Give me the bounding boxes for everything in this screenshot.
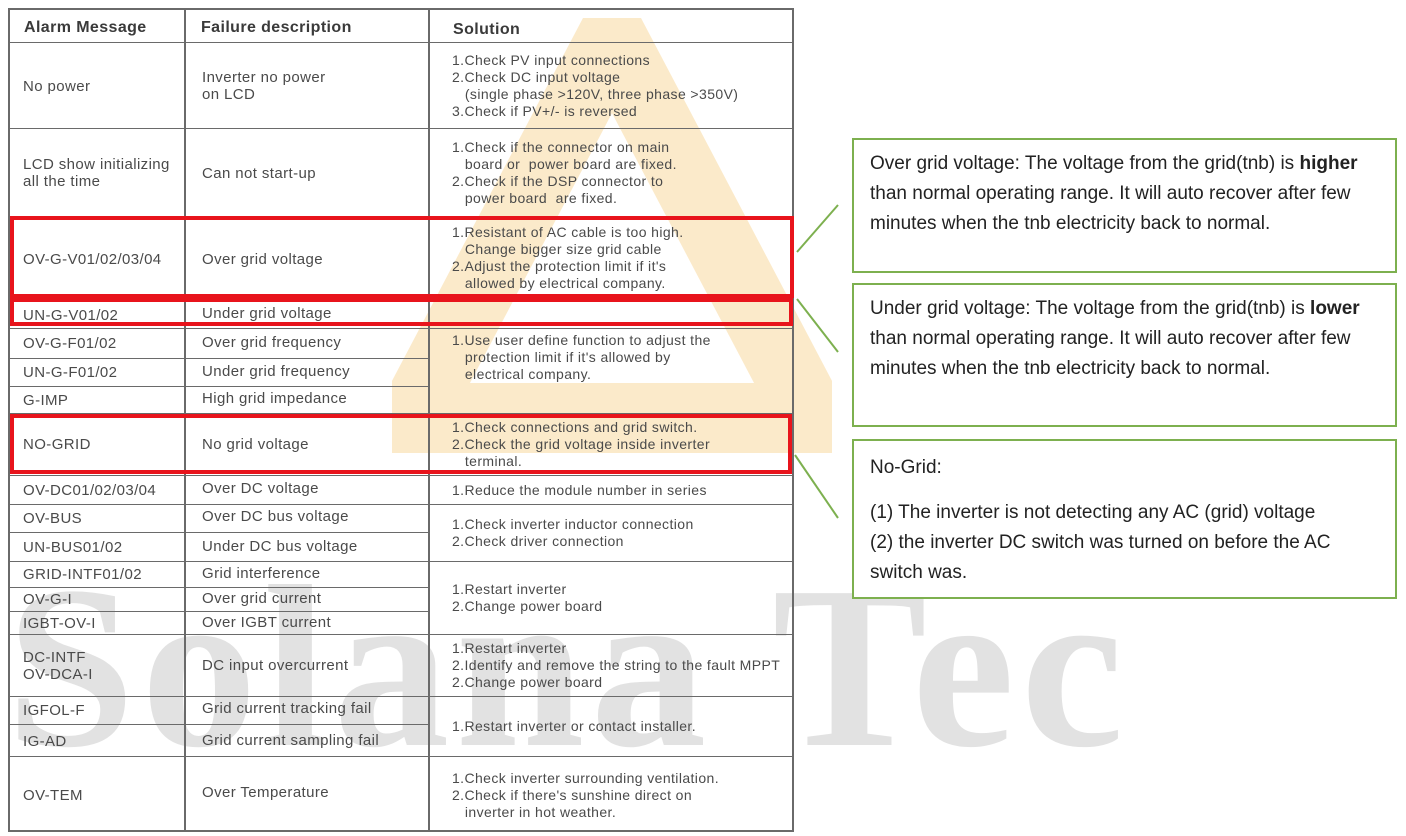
solution-cell: 1.Check PV input connections 2.Check DC … [452,52,739,119]
description-cell: High grid impedance [202,390,348,407]
solution-cell: 1.Restart inverter 2.Identify and remove… [452,640,781,690]
note-line: (1) The inverter is not detecting any AC… [870,502,1316,523]
description-cell: Under DC bus voltage [202,537,358,555]
solution-cell: 1.Check inverter surrounding ventilation… [452,769,719,820]
alarm-cell: IG-AD [23,732,67,750]
description-cell: Over DC voltage [202,479,319,497]
description-cell: Grid current sampling fail [202,731,380,749]
alarm-cell: IGFOL-F [23,702,85,719]
highlight-under-grid-voltage [10,298,793,326]
solution-cell: 1.Check if the connector on main board o… [452,139,677,206]
highlight-over-grid-voltage [10,216,794,298]
highlight-no-grid [10,414,792,474]
alarm-cell: OV-BUS [23,510,83,527]
alarm-cell: LCD show initializing all the time [23,156,170,190]
note-text: Over grid voltage: The voltage from the … [870,153,1300,174]
header-failure-description: Failure description [201,18,352,36]
note-text: than normal operating range. It will aut… [870,183,1351,234]
note-title: No-Grid: [870,457,942,478]
note-no-grid: No-Grid: (1) The inverter is not detecti… [852,439,1397,599]
alarm-cell: OV-TEM [23,786,83,804]
description-cell: Inverter no power on LCD [202,69,326,103]
alarm-cell: G-IMP [23,392,69,409]
alarm-cell: GRID-INTF01/02 [23,566,142,583]
description-cell: Can not start-up [202,164,316,182]
alarm-cell: DC-INTF OV-DCA-I [23,648,93,683]
note-line: (2) the inverter DC switch was turned on… [870,532,1331,583]
note-over-grid-voltage: Over grid voltage: The voltage from the … [852,138,1397,273]
header-alarm-message: Alarm Message [24,18,147,36]
alarm-cell: UN-BUS01/02 [23,538,123,556]
solution-cell: 1.Use user define function to adjust the… [452,331,711,382]
note-text: than normal operating range. It will aut… [870,328,1351,379]
solution-cell: 1.Restart inverter 2.Change power board [452,581,603,614]
description-cell: DC input overcurrent [202,657,349,674]
description-cell: Over IGBT current [202,613,332,631]
solution-cell: 1.Reduce the module number in series [452,481,707,498]
solution-cell: 1.Check inverter inductor connection 2.C… [452,516,694,549]
alarm-cell: UN-G-F01/02 [23,364,118,381]
alarm-cell: IGBT-OV-I [23,614,96,632]
alarm-cell: OV-DC01/02/03/04 [23,481,157,499]
note-under-grid-voltage: Under grid voltage: The voltage from the… [852,283,1397,427]
description-cell: Grid interference [202,565,321,582]
description-cell: Over grid current [202,590,322,607]
note-keyword: lower [1310,298,1360,319]
description-cell: Over grid frequency [202,334,342,351]
note-text: Under grid voltage: The voltage from the… [870,298,1311,319]
description-cell: Under grid frequency [202,363,351,380]
note-keyword: higher [1299,153,1358,174]
alarm-cell: No power [23,77,91,95]
description-cell: Grid current tracking fail [202,700,372,717]
header-solution: Solution [453,20,521,38]
description-cell: Over DC bus voltage [202,508,349,525]
alarm-cell: OV-G-I [23,591,73,608]
description-cell: Over Temperature [202,783,330,801]
solution-cell: 1.Restart inverter or contact installer. [452,718,696,734]
alarm-cell: OV-G-F01/02 [23,335,117,352]
